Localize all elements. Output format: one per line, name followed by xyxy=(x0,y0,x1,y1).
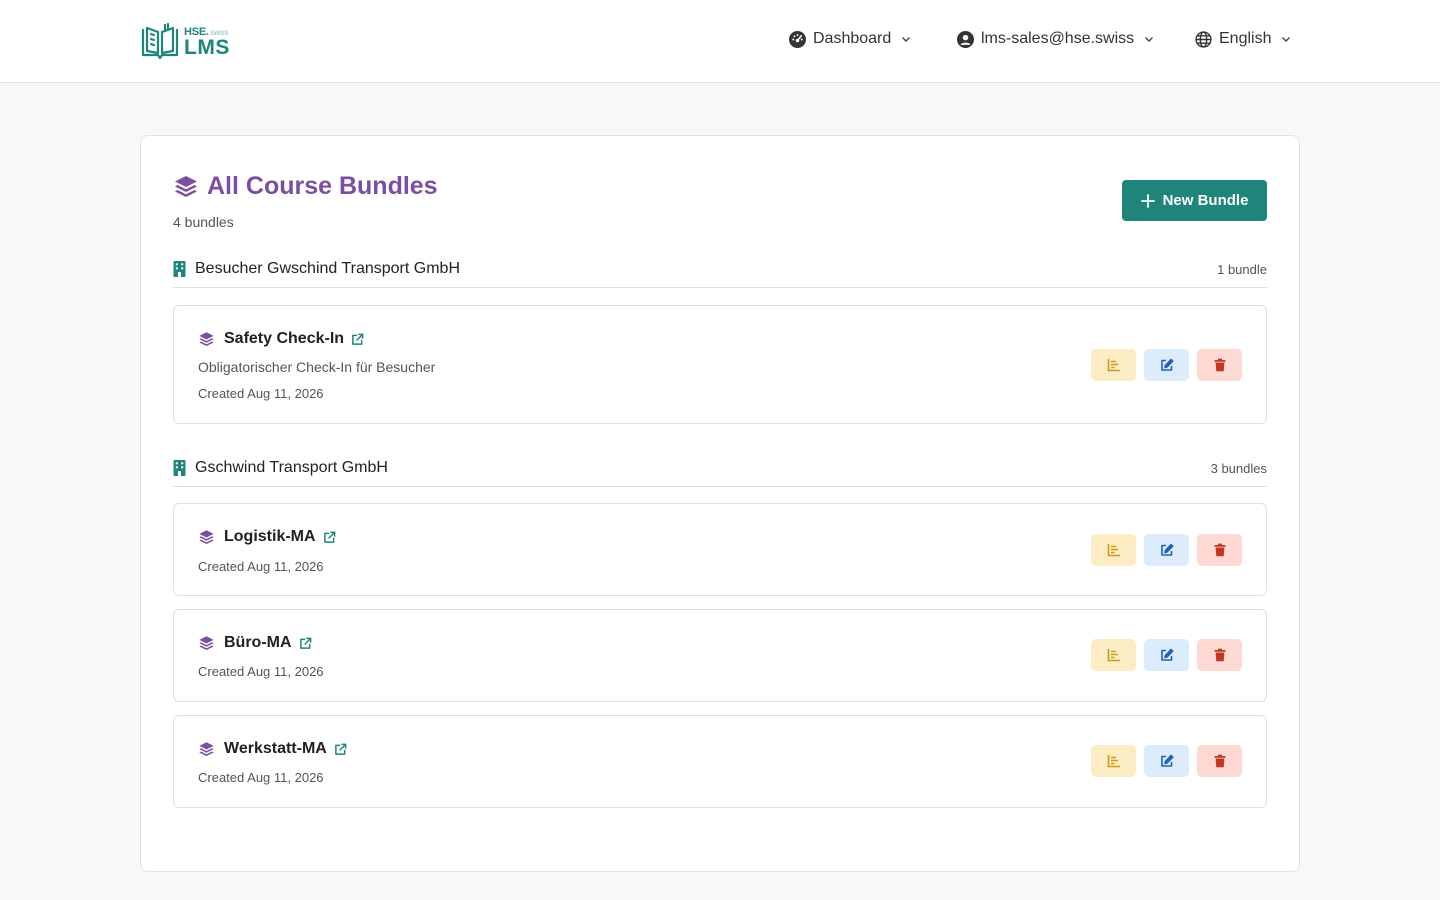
external-link-icon[interactable] xyxy=(323,531,336,544)
external-link-icon[interactable] xyxy=(334,743,347,756)
trash-icon xyxy=(1213,648,1227,662)
page-title-text: All Course Bundles xyxy=(207,172,438,200)
bundle-card: Logistik-MA Created Aug 11, 2026 xyxy=(173,503,1267,596)
layers-icon xyxy=(198,635,215,652)
group-header: Besucher Gwschind Transport GmbH 1 bundl… xyxy=(173,260,1267,288)
bundle-count: 4 bundles xyxy=(173,214,234,230)
delete-button[interactable] xyxy=(1197,745,1242,777)
bundle-created-date: Created Aug 11, 2026 xyxy=(198,386,324,401)
edit-icon xyxy=(1160,648,1174,662)
trash-icon xyxy=(1213,358,1227,372)
layers-icon xyxy=(198,741,215,758)
edit-button[interactable] xyxy=(1144,534,1189,566)
group-name: Besucher Gwschind Transport GmbH xyxy=(195,260,460,277)
bundle-title[interactable]: Safety Check-In xyxy=(224,330,344,348)
chart-icon xyxy=(1107,648,1121,662)
nav-dashboard-label: Dashboard xyxy=(813,30,892,47)
external-link-icon[interactable] xyxy=(351,333,364,346)
chevron-down-icon xyxy=(1281,34,1291,44)
edit-icon xyxy=(1160,754,1174,768)
layers-icon xyxy=(198,331,215,348)
layers-icon xyxy=(173,174,199,200)
edit-icon xyxy=(1160,358,1174,372)
page-title: All Course Bundles xyxy=(173,172,438,201)
chart-icon xyxy=(1107,543,1121,557)
book-logo-icon xyxy=(140,22,180,62)
globe-icon xyxy=(1195,30,1212,48)
stats-button[interactable] xyxy=(1091,534,1136,566)
nav-language[interactable]: English xyxy=(1195,30,1291,48)
plus-icon xyxy=(1140,193,1155,208)
nav-dashboard[interactable]: Dashboard xyxy=(789,30,911,48)
new-bundle-button[interactable]: New Bundle xyxy=(1122,180,1267,221)
bundle-card: Werkstatt-MA Created Aug 11, 2026 xyxy=(173,715,1267,808)
edit-button[interactable] xyxy=(1144,349,1189,381)
stats-button[interactable] xyxy=(1091,349,1136,381)
stats-button[interactable] xyxy=(1091,639,1136,671)
group-count: 3 bundles xyxy=(1210,461,1267,476)
chart-icon xyxy=(1107,754,1121,768)
nav-user-menu[interactable]: lms-sales@hse.swiss xyxy=(957,30,1154,48)
trash-icon xyxy=(1213,754,1227,768)
chevron-down-icon xyxy=(1144,34,1154,44)
group-name: Gschwind Transport GmbH xyxy=(195,459,388,476)
stats-button[interactable] xyxy=(1091,745,1136,777)
bundle-description: Obligatorischer Check-In für Besucher xyxy=(198,359,436,375)
bundle-created-date: Created Aug 11, 2026 xyxy=(198,559,324,574)
building-icon xyxy=(173,261,186,277)
nav-user-label: lms-sales@hse.swiss xyxy=(981,30,1135,47)
bundle-created-date: Created Aug 11, 2026 xyxy=(198,770,324,785)
bundle-title[interactable]: Werkstatt-MA xyxy=(224,740,327,758)
bundles-card: All Course Bundles 4 bundles New Bundle … xyxy=(140,135,1300,872)
chevron-down-icon xyxy=(901,34,911,44)
bundle-title[interactable]: Logistik-MA xyxy=(224,528,316,546)
delete-button[interactable] xyxy=(1197,349,1242,381)
trash-icon xyxy=(1213,543,1227,557)
group-count: 1 bundle xyxy=(1217,262,1267,277)
edit-button[interactable] xyxy=(1144,639,1189,671)
top-navbar: HSE.SWISS LMS Dashboard lms-sales@hse.sw… xyxy=(0,0,1440,83)
building-icon xyxy=(173,460,186,476)
group-header: Gschwind Transport GmbH 3 bundles xyxy=(173,459,1267,487)
new-bundle-label: New Bundle xyxy=(1162,192,1249,209)
chart-icon xyxy=(1107,358,1121,372)
bundle-card: Büro-MA Created Aug 11, 2026 xyxy=(173,609,1267,702)
edit-icon xyxy=(1160,543,1174,557)
edit-button[interactable] xyxy=(1144,745,1189,777)
delete-button[interactable] xyxy=(1197,639,1242,671)
delete-button[interactable] xyxy=(1197,534,1242,566)
external-link-icon[interactable] xyxy=(299,637,312,650)
brand-logo[interactable]: HSE.SWISS LMS xyxy=(140,22,230,62)
gauge-icon xyxy=(789,30,806,48)
brand-lms: LMS xyxy=(184,35,230,59)
bundle-created-date: Created Aug 11, 2026 xyxy=(198,664,324,679)
bundle-title[interactable]: Büro-MA xyxy=(224,634,292,652)
user-circle-icon xyxy=(957,30,974,48)
layers-icon xyxy=(198,529,215,546)
nav-language-label: English xyxy=(1219,30,1272,47)
bundle-card: Safety Check-In Obligatorischer Check-In… xyxy=(173,305,1267,424)
